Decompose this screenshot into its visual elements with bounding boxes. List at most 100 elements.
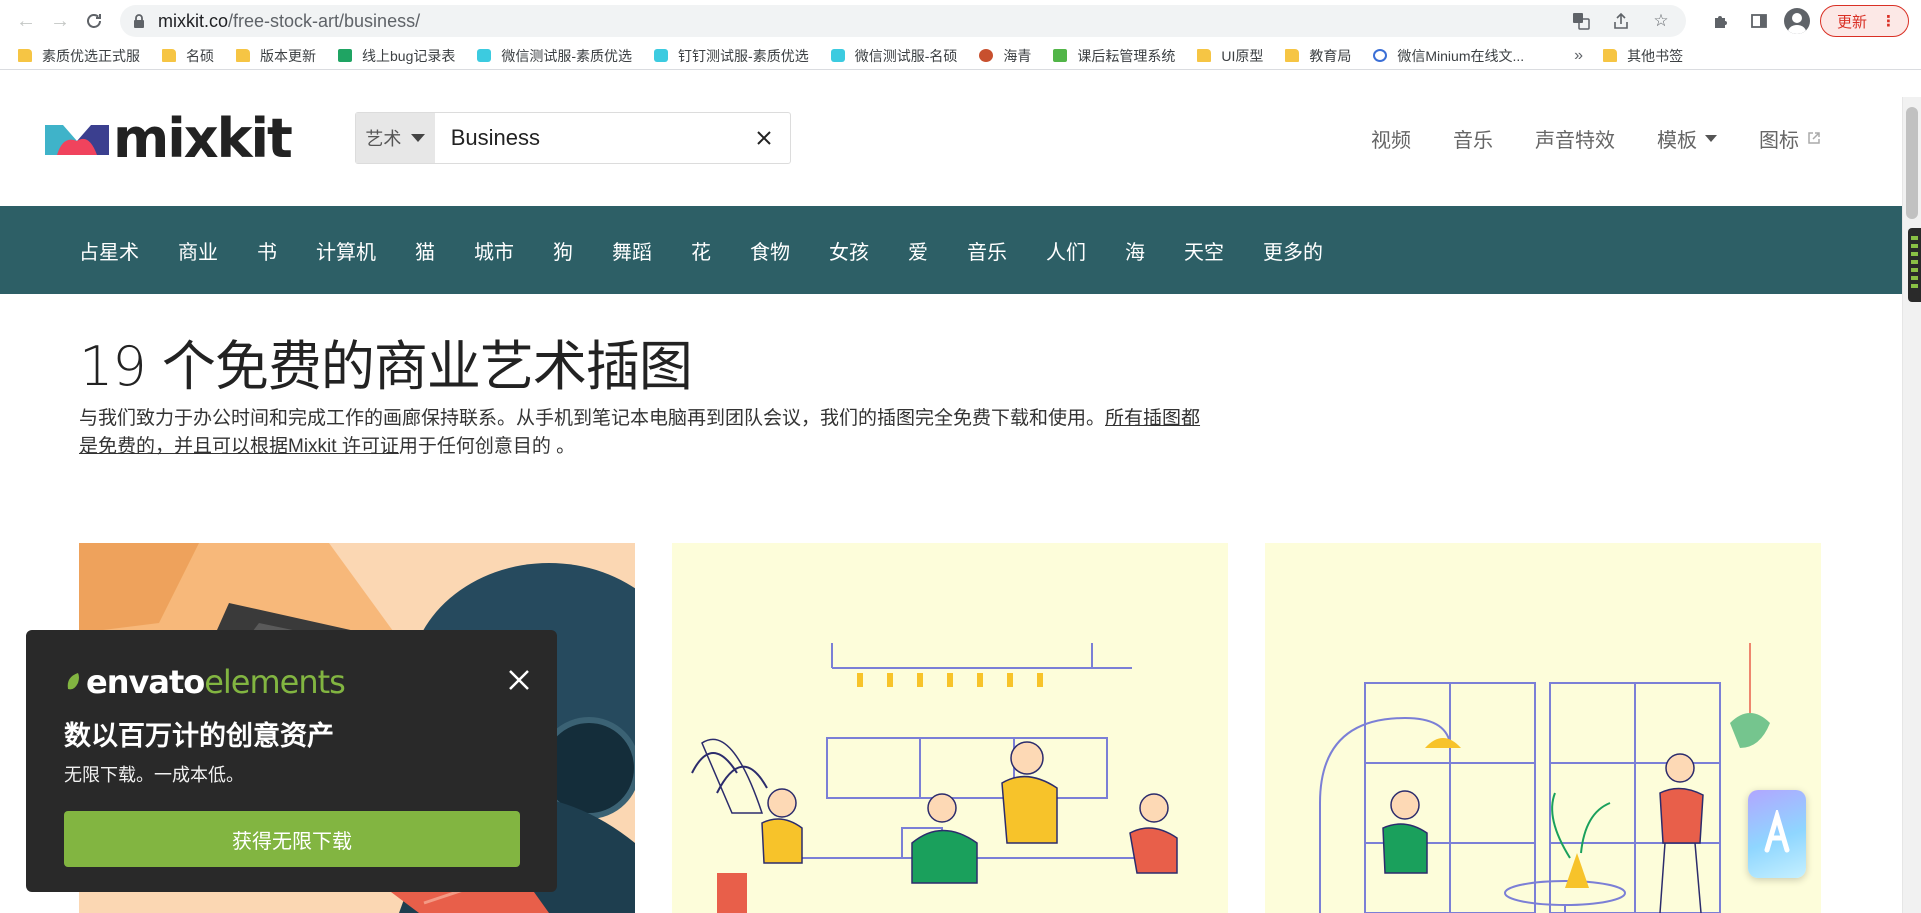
profile-avatar-icon[interactable] <box>1782 6 1812 36</box>
bookmark-item[interactable]: 海青 <box>979 46 1031 66</box>
bookmark-label: 素质优选正式服 <box>42 47 140 64</box>
bookmark-label: 微信测试服-名硕 <box>854 47 958 64</box>
caret-down-icon <box>411 134 426 142</box>
category-bar: 占星术 商业 书 计算机 猫 城市 狗 舞蹈 花 食物 女孩 爱 音乐 人们 海 天空 更多的 <box>0 206 1921 294</box>
sheet-icon <box>338 49 352 62</box>
bookmark-item[interactable]: 微信测试服-素质优选 <box>477 46 632 66</box>
art-card[interactable] <box>672 543 1228 913</box>
category-link[interactable]: 天空 <box>1184 236 1224 265</box>
logo-text: mixkit <box>113 106 293 170</box>
search-type-select[interactable]: 艺术 <box>356 113 435 163</box>
green-icon <box>1053 49 1068 62</box>
category-link[interactable]: 商业 <box>178 236 218 265</box>
mixkit-logo[interactable]: mixkit <box>45 107 315 170</box>
share-icon[interactable] <box>1608 8 1634 34</box>
site-header: mixkit 艺术 视频 音乐 声音特效 模板 图标 <box>0 70 1921 206</box>
bookmark-label: 微信测试服-素质优选 <box>501 47 633 64</box>
close-icon[interactable] <box>499 660 539 700</box>
category-link[interactable]: 舞蹈 <box>612 236 652 265</box>
update-button[interactable]: 更新 ⋮ <box>1819 5 1909 37</box>
u-icon <box>654 49 669 62</box>
category-link[interactable]: 书 <box>257 236 277 265</box>
nav-icons-label: 图标 <box>1759 129 1799 152</box>
art-thumbnail-office-lounge <box>1265 543 1821 913</box>
bookmark-star-icon[interactable]: ☆ <box>1648 8 1674 34</box>
bookmark-item[interactable]: 微信测试服-名硕 <box>830 46 958 66</box>
bookmark-item[interactable]: 线上bug记录表 <box>338 46 455 66</box>
category-link[interactable]: 海 <box>1125 236 1145 265</box>
translate-icon[interactable] <box>1568 8 1594 34</box>
category-link[interactable]: 人们 <box>1046 236 1086 265</box>
category-link[interactable]: 计算机 <box>316 236 376 265</box>
bookmark-item[interactable]: 微信Minium在线文... <box>1373 46 1524 66</box>
category-link[interactable]: 占星术 <box>79 236 139 265</box>
search-bar: 艺术 <box>355 112 791 164</box>
clear-search-icon[interactable] <box>739 113 790 163</box>
category-link[interactable]: 花 <box>691 236 711 265</box>
art-card[interactable] <box>1265 543 1821 913</box>
page-intro: 与我们致力于办公时间和完成工作的画廊保持联系。从手机到笔记本电脑再到团队会议，我… <box>79 405 1219 461</box>
scrollbar-thumb[interactable] <box>1906 107 1918 219</box>
envato-brand-light: elements <box>204 663 346 701</box>
floating-assistant-button[interactable] <box>1748 790 1806 878</box>
bookmark-item[interactable]: 名硕 <box>162 46 214 66</box>
nav-music[interactable]: 音乐 <box>1453 124 1493 153</box>
nav-templates-label: 模板 <box>1657 129 1697 152</box>
category-link[interactable]: 狗 <box>553 236 573 265</box>
assistant-logo-icon <box>1764 810 1790 853</box>
bookmark-item[interactable]: 素质优选正式服 <box>18 46 140 66</box>
nav-sound-effects[interactable]: 声音特效 <box>1535 124 1615 153</box>
category-link[interactable]: 猫 <box>415 236 435 265</box>
search-type-label: 艺术 <box>365 129 402 149</box>
u-icon <box>477 49 492 62</box>
bookmark-label: 海青 <box>1003 47 1032 64</box>
bookmark-item[interactable]: 教育局 <box>1285 46 1351 66</box>
lock-icon <box>132 13 146 29</box>
update-label: 更新 <box>1836 13 1867 31</box>
page-title: 19 个免费的商业艺术插图 <box>79 335 693 398</box>
category-link[interactable]: 爱 <box>908 236 928 265</box>
search-input[interactable] <box>434 113 739 163</box>
bookmark-item[interactable]: 钉钉测试服-素质优选 <box>654 46 809 66</box>
external-link-icon <box>1808 132 1820 144</box>
bookmark-label: 教育局 <box>1309 47 1352 64</box>
reload-icon[interactable] <box>80 7 108 35</box>
bookmark-item[interactable]: UI原型 <box>1197 46 1263 66</box>
category-link[interactable]: 更多的 <box>1263 236 1323 265</box>
side-panel-icon[interactable] <box>1744 6 1774 36</box>
browser-toolbar: ← → mixkit.co/free-stock-art/business/ ☆… <box>0 0 1921 42</box>
intro-tail: 用于任何创意目的 。 <box>398 436 576 457</box>
bookmark-label: 名硕 <box>186 47 214 64</box>
bookmark-label: 微信Minium在线文... <box>1397 47 1525 64</box>
bookmark-item[interactable]: 版本更新 <box>236 46 316 66</box>
ring-icon <box>1373 49 1388 62</box>
nav-templates[interactable]: 模板 <box>1657 124 1717 153</box>
side-widget-meter <box>1908 228 1921 302</box>
bookmark-item[interactable]: 课后耘管理系统 <box>1053 46 1175 66</box>
category-link[interactable]: 女孩 <box>829 236 869 265</box>
bookmark-label: UI原型 <box>1221 47 1264 64</box>
nav-icons[interactable]: 图标 <box>1759 124 1821 153</box>
other-bookmarks[interactable]: 其他书签 <box>1603 46 1683 66</box>
bookmarks-bar: 素质优选正式服 名硕 版本更新 线上bug记录表 微信测试服-素质优选 钉钉测试服-素质优… <box>0 42 1921 70</box>
page-scrollbar[interactable] <box>1902 97 1921 913</box>
art-thumbnail-meeting <box>672 543 1228 913</box>
address-bar[interactable]: mixkit.co/free-stock-art/business/ ☆ <box>120 5 1686 37</box>
url-text[interactable]: mixkit.co/free-stock-art/business/ <box>158 11 1554 32</box>
category-link[interactable]: 音乐 <box>967 236 1007 265</box>
bookmarks-overflow-icon[interactable]: » <box>1574 47 1583 65</box>
top-navigation: 视频 音乐 声音特效 模板 图标 <box>1329 70 1821 206</box>
envato-brand-bold: envato <box>86 663 205 701</box>
extensions-icon[interactable] <box>1706 6 1736 36</box>
category-link[interactable]: 食物 <box>750 236 790 265</box>
back-icon[interactable]: ← <box>12 7 40 35</box>
folder-icon <box>18 49 32 62</box>
unlimited-download-button[interactable]: 获得无限下载 <box>64 811 520 867</box>
folder-icon <box>1603 49 1618 62</box>
forward-icon[interactable]: → <box>46 7 74 35</box>
bookmark-label: 课后耘管理系统 <box>1077 47 1176 64</box>
intro-text: 与我们致力于办公时间和完成工作的画廊保持联系。从手机到笔记本电脑再到团队会议，我… <box>79 408 1106 429</box>
category-link[interactable]: 城市 <box>474 236 514 265</box>
nav-video[interactable]: 视频 <box>1371 124 1411 153</box>
bookmark-label: 钉钉测试服-素质优选 <box>678 47 809 64</box>
